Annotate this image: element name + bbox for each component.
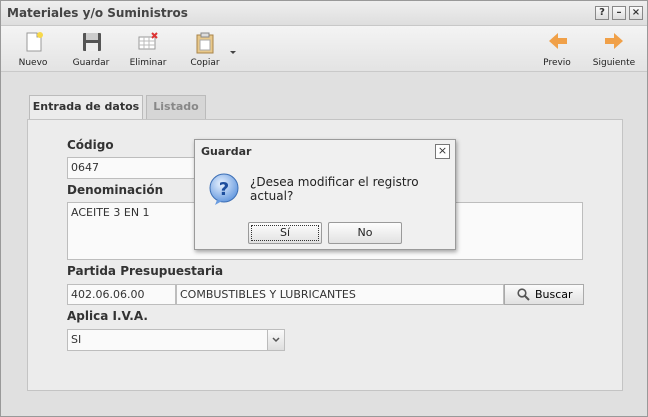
minimize-button[interactable]: – (612, 6, 626, 20)
partida-label: Partida Presupuestaria (67, 264, 224, 278)
close-window-button[interactable]: × (629, 6, 643, 20)
iva-dropdown-toggle[interactable] (267, 330, 284, 350)
guardar-button[interactable]: Guardar (69, 28, 113, 70)
svg-text:?: ? (219, 179, 229, 200)
dialog-title: Guardar (201, 145, 252, 158)
tab-entrada-de-datos[interactable]: Entrada de datos (29, 95, 143, 120)
arrow-left-icon (549, 33, 567, 49)
search-icon (517, 288, 530, 301)
copiar-dropdown[interactable] (229, 45, 237, 54)
tab-listado[interactable]: Listado (146, 95, 206, 119)
copiar-label: Copiar (190, 58, 220, 68)
title-bar: Materiales y/o Suministros ? – × (1, 1, 647, 26)
dialog-message: ¿Desea modificar el registro actual? (250, 175, 419, 203)
window-title: Materiales y/o Suministros (7, 6, 188, 20)
eliminar-label: Eliminar (129, 58, 167, 68)
nuevo-label: Nuevo (18, 58, 48, 68)
chevron-down-icon (230, 51, 236, 54)
denominacion-label: Denominación (67, 183, 164, 197)
siguiente-button[interactable]: Siguiente (591, 28, 637, 70)
app-window: Materiales y/o Suministros ? – × Nuevo G… (0, 0, 648, 417)
guardar-label: Guardar (72, 58, 110, 68)
codigo-label: Código (67, 138, 114, 152)
buscar-button[interactable]: Buscar (504, 284, 584, 305)
partida-code-field[interactable]: 402.06.06.00 (67, 284, 176, 305)
yes-button[interactable]: Sí (248, 222, 322, 244)
partida-description-field[interactable]: COMBUSTIBLES Y LUBRICANTES (176, 284, 504, 305)
nuevo-button[interactable]: Nuevo (13, 28, 53, 70)
copiar-button[interactable]: Copiar (185, 28, 225, 70)
siguiente-label: Siguiente (592, 58, 636, 68)
confirm-dialog: Guardar × ? ¿Desea modificar el registro… (194, 139, 456, 250)
dialog-close-button[interactable]: × (435, 144, 450, 159)
question-icon: ? (209, 173, 239, 205)
save-disk-icon (83, 33, 101, 51)
help-button[interactable]: ? (595, 6, 609, 20)
buscar-label: Buscar (535, 288, 573, 301)
clipboard-icon (196, 32, 214, 54)
eliminar-button[interactable]: Eliminar (125, 28, 171, 70)
previo-button[interactable]: Previo (538, 28, 576, 70)
delete-grid-icon (138, 32, 158, 50)
arrow-right-icon (605, 33, 623, 49)
chevron-down-icon (272, 337, 280, 343)
iva-label: Aplica I.V.A. (67, 309, 148, 323)
no-button[interactable]: No (328, 222, 402, 244)
iva-select[interactable]: SI (67, 329, 285, 351)
previo-label: Previo (543, 58, 571, 68)
new-document-icon (26, 32, 43, 52)
iva-selected-value: SI (71, 333, 82, 346)
toolbar: Nuevo Guardar Eliminar Copiar Previo Sig… (1, 26, 647, 72)
